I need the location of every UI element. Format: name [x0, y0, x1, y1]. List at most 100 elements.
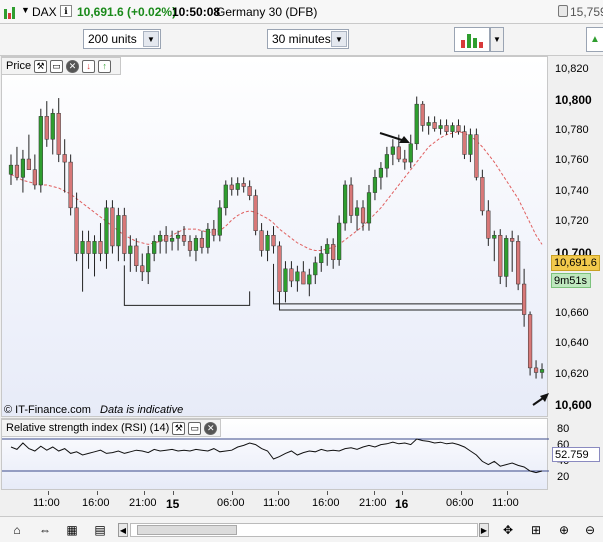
candle-body [38, 116, 43, 186]
candle-body [217, 207, 222, 236]
time-x-tick: 21:00 [129, 497, 157, 509]
table-icon[interactable]: ▤ [91, 521, 109, 539]
candle-body [408, 143, 413, 163]
candle-body [50, 113, 55, 140]
time-x-tick-mark [374, 491, 375, 495]
time-x-tick-mark [327, 491, 328, 495]
units-value: 200 units [88, 32, 137, 46]
candle-body [432, 122, 437, 129]
price-y-tick: 10,720 [555, 215, 589, 228]
candle-body [348, 184, 354, 216]
price-y-tick: 10,760 [555, 154, 589, 167]
symbol-dropdown-icon[interactable]: ▼ [21, 5, 30, 15]
candle-body [158, 235, 163, 242]
time-x-tick-mark [507, 491, 508, 495]
candle-body [211, 228, 216, 236]
candle-body [247, 186, 252, 196]
zoom-in-icon[interactable]: ⊕ [555, 521, 573, 539]
units-dropdown[interactable]: 200 units ▼ [83, 29, 161, 49]
symbol-label[interactable]: DAX [32, 5, 57, 19]
candle-body [181, 235, 187, 242]
candle-body [354, 207, 360, 216]
candle-body [86, 241, 91, 254]
scrollbar-thumb[interactable] [137, 525, 237, 535]
chart-app-icon [4, 5, 18, 19]
candle-body [390, 146, 395, 155]
candle-body [56, 113, 61, 155]
candle-body [325, 244, 330, 254]
candle-body [450, 125, 455, 132]
close-icon[interactable]: ✕ [66, 59, 80, 73]
price-y-tick: 10,740 [555, 184, 589, 197]
zoom-out-icon[interactable]: ⊖ [581, 521, 599, 539]
candle-body [396, 146, 401, 160]
time-x-tick: 15 [166, 497, 180, 511]
candle-body [492, 235, 497, 239]
move-up-icon[interactable]: ↑ [98, 59, 112, 73]
scroll-left-icon[interactable]: ◀ [118, 523, 128, 537]
chart-style-button[interactable] [454, 27, 490, 52]
candle-body [20, 158, 26, 178]
candle-body [241, 183, 246, 187]
home-chart-icon[interactable]: ⌂ [8, 521, 26, 539]
candle-body [438, 125, 443, 129]
candle-body [372, 177, 378, 193]
price-change: 10,691.6 (+0.02%) [77, 5, 177, 19]
timeframe-value: 30 minutes [272, 32, 331, 46]
price-plot-area[interactable] [1, 56, 549, 417]
chevron-down-icon[interactable]: ▼ [143, 31, 159, 47]
time-x-tick-mark [173, 491, 174, 495]
candle-body [199, 238, 205, 248]
rsi-value-tag: 52.759 [552, 447, 600, 462]
price-y-tick: 10,820 [555, 62, 589, 75]
instrument-name: Germany 30 (DFB) [216, 5, 318, 19]
zoom-out-time-icon[interactable]: ⇔ [36, 521, 54, 539]
chevron-down-icon[interactable]: ▼ [331, 31, 347, 47]
candle-body [384, 154, 389, 169]
info-icon[interactable]: ℹ [60, 5, 72, 17]
zoom-box-icon[interactable]: ⊞ [527, 521, 545, 539]
candle-body [480, 177, 485, 212]
rsi-panel-label: Relative strength index (RSI) (14) [6, 422, 170, 434]
title-bar: ▼ DAX ℹ 10,691.6 (+0.02%) 10:50:08 Germa… [0, 0, 603, 24]
time-x-tick-mark [48, 491, 49, 495]
window-icon[interactable]: ▭ [188, 421, 202, 435]
price-panel-label: Price [6, 60, 32, 72]
copyright-text: © IT-Finance.com [4, 404, 91, 416]
candle-body [175, 235, 181, 239]
rsi-y-tick: 20 [557, 471, 570, 483]
wrench-icon[interactable]: ⚒ [34, 59, 48, 73]
close-icon[interactable]: ✕ [204, 421, 218, 435]
candle-body [468, 134, 473, 155]
candle-body [313, 262, 318, 276]
chart-style-dropdown[interactable]: ▼ [490, 27, 504, 52]
candle-body [265, 235, 270, 251]
drag-chart-icon[interactable]: ✥ [499, 521, 517, 539]
move-down-icon[interactable]: ↓ [82, 59, 96, 73]
candle-body [337, 222, 342, 260]
time-x-tick-mark [232, 491, 233, 495]
timeframe-dropdown[interactable]: 30 minutes ▼ [267, 29, 349, 49]
scroll-right-icon[interactable]: ▶ [479, 523, 489, 537]
candle-body [301, 271, 306, 285]
grid-icon[interactable]: ▦ [63, 521, 81, 539]
candle-body [307, 274, 312, 285]
horizontal-scrollbar[interactable] [130, 523, 478, 537]
candle-body [277, 245, 282, 292]
candle-body [74, 207, 79, 254]
window-icon[interactable]: ▭ [50, 59, 64, 73]
candle-body [235, 183, 240, 190]
candle-body [152, 241, 157, 254]
time-x-tick: 11:00 [33, 497, 60, 509]
indicator-icon[interactable]: ▲ [586, 27, 603, 52]
time-x-tick-mark [402, 491, 403, 495]
bottom-toolbar: ⌂ ⇔ ▦ ▤ ◀ ▶ ✥ ⊞ ⊕ ⊖ [0, 516, 603, 542]
price-y-tick: 10,780 [555, 123, 589, 136]
candle-body [462, 131, 467, 155]
candle-body [343, 184, 348, 224]
wrench-icon[interactable]: ⚒ [172, 421, 186, 435]
candle-body [80, 241, 85, 254]
candle-body [116, 215, 121, 247]
price-y-tick: 10,640 [555, 337, 589, 350]
candle-body [193, 238, 199, 251]
